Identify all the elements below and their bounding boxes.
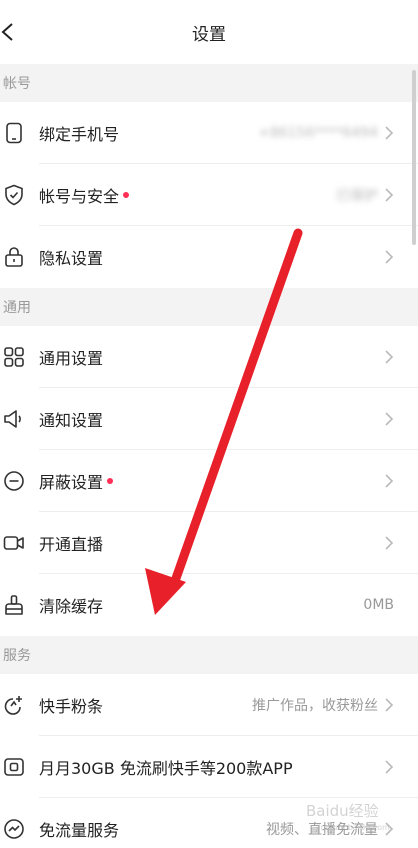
lock-icon [5,247,23,267]
cache-size-value: 0MB [363,597,394,613]
chevron-right-icon [385,412,394,426]
boost-icon [4,696,22,715]
settings-item-label: 清除缓存 [39,597,104,616]
settings-item-general[interactable]: 通用设置 [0,326,418,388]
settings-item-label: 帐号与安全 [39,183,130,207]
chevron-right-icon [385,698,394,712]
chevron-right-icon [385,250,394,264]
fan-boost-subtitle: 推广作品，收获粉丝 [252,698,378,714]
section-header-services: 服务 [0,636,418,674]
settings-item-live[interactable]: 开通直播 [0,512,418,574]
settings-item-label: 绑定手机号 [39,125,120,144]
settings-item-label: 隐私设置 [39,249,104,268]
phone-number-value: +86156****6494 [258,125,378,141]
settings-item-label: 免流量服务 [39,821,120,840]
brush-icon [5,595,23,615]
chevron-right-icon [385,188,394,202]
chevron-right-icon [385,536,394,550]
notification-dot [107,478,114,484]
chevron-right-icon [385,126,394,140]
settings-item-label: 通知设置 [39,411,104,430]
settings-item-account-security[interactable]: 帐号与安全 已保护 [0,164,418,226]
section-header-general: 通用 [0,288,418,326]
settings-item-label: 通用设置 [39,349,104,368]
settings-item-fan-boost[interactable]: 快手粉条 推广作品，收获粉丝 [0,674,418,736]
grid-icon [4,347,24,367]
page-title: 设置 [192,24,226,45]
chevron-right-icon [385,474,394,488]
block-icon [4,471,24,491]
chevron-right-icon [385,350,394,364]
phone-icon [6,122,22,144]
settings-item-label: 快手粉条 [39,697,104,716]
settings-item-bind-phone[interactable]: 绑定手机号 +86156****6494 [0,102,418,164]
settings-item-privacy[interactable]: 隐私设置 [0,226,418,288]
settings-item-label: 月月30GB 免流刷快手等200款APP [39,759,293,778]
svg-text:jingyan.baidu.com: jingyan.baidu.com [315,823,390,832]
camera-icon [3,536,24,550]
scrollbar[interactable] [412,70,416,245]
speaker-icon [4,410,21,428]
section-header-account: 帐号 [0,64,418,102]
chevron-right-icon [385,760,394,774]
settings-item-block[interactable]: 屏蔽设置 [0,450,418,512]
baidu-jingyan-watermark-logo: Baidu经验 jingyan.baidu.com [306,802,390,832]
notification-dot [123,192,130,198]
data-icon [4,819,24,839]
settings-item-clear-cache[interactable]: 清除缓存 0MB [0,574,418,636]
svg-text:Baidu经验: Baidu经验 [306,802,379,820]
settings-item-label: 开通直播 [39,535,104,554]
security-status-value: 已保护 [336,188,378,204]
settings-item-data-plan[interactable]: 月月30GB 免流刷快手等200款APP [0,736,418,798]
sim-icon [4,758,24,776]
settings-item-label: 屏蔽设置 [39,469,114,493]
top-bar: 设置 [0,0,418,64]
back-arrow-icon[interactable] [0,18,22,46]
shield-icon [5,184,23,206]
settings-item-notifications[interactable]: 通知设置 [0,388,418,450]
